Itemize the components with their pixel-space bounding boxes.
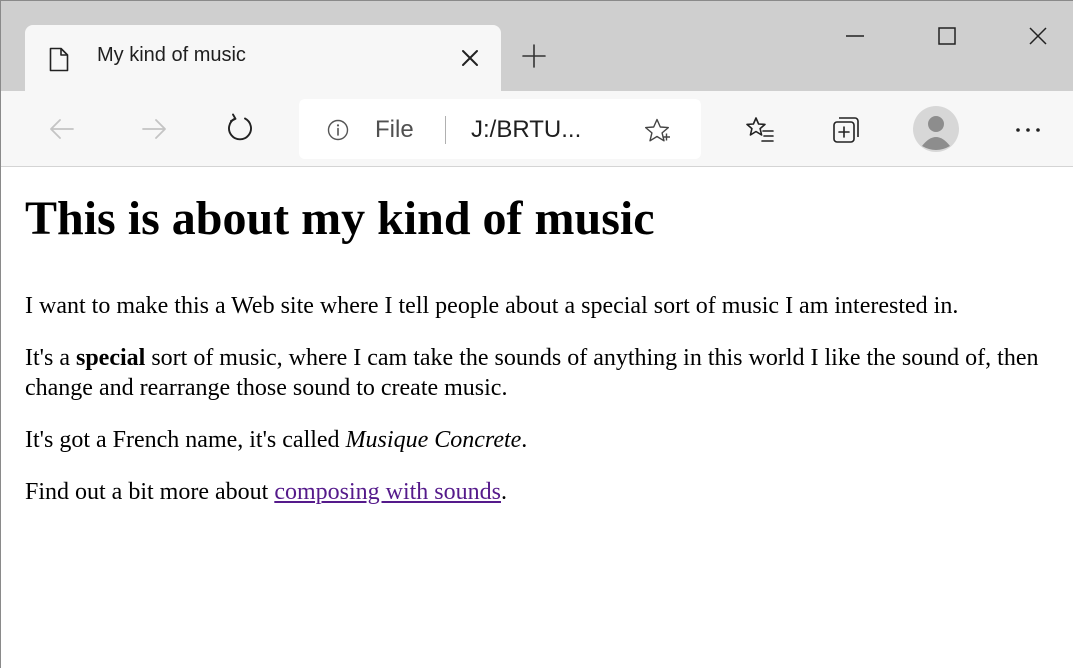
- page-content: This is about my kind of music I want to…: [25, 167, 1070, 667]
- tab-my-kind-of-music[interactable]: My kind of music: [25, 25, 501, 91]
- paragraph-intro: I want to make this a Web site where I t…: [25, 293, 959, 319]
- paragraph-text: sort of music, where I cam take the soun…: [25, 345, 1039, 401]
- maximize-icon[interactable]: [936, 25, 958, 47]
- paragraph-french-name: It's got a French name, it's called Musi…: [25, 425, 1070, 455]
- more-icon[interactable]: [1013, 115, 1043, 145]
- document-icon: [49, 47, 69, 72]
- browser-toolbar: File J:/BRTU...: [1, 91, 1073, 167]
- address-scheme-label: File: [375, 116, 414, 143]
- paragraph-special: It's a special sort of music, where I ca…: [25, 343, 1070, 403]
- paragraph-text: Find out a bit more about: [25, 479, 275, 505]
- arrow-right-icon[interactable]: [139, 114, 169, 144]
- refresh-icon[interactable]: [225, 113, 255, 143]
- paragraph-text: .: [521, 427, 528, 453]
- star-icon[interactable]: [643, 117, 671, 145]
- paragraph-text: It's a: [25, 345, 76, 371]
- address-separator: [445, 116, 446, 144]
- collections-icon[interactable]: [831, 115, 861, 145]
- favorites-icon[interactable]: [745, 115, 775, 145]
- arrow-left-icon[interactable]: [47, 114, 77, 144]
- page-heading: This is about my kind of music: [25, 192, 655, 245]
- tab-title: My kind of music: [97, 44, 246, 66]
- address-bar[interactable]: File J:/BRTU...: [299, 99, 701, 159]
- paragraph-text: It's got a French name, it's called: [25, 427, 346, 453]
- minimize-icon[interactable]: [844, 25, 866, 47]
- address-url[interactable]: J:/BRTU...: [471, 116, 581, 144]
- paragraph-text: .: [501, 479, 507, 505]
- window-close-icon[interactable]: [1027, 25, 1049, 47]
- composing-with-sounds-link[interactable]: composing with sounds: [274, 479, 501, 505]
- bold-text: special: [75, 345, 146, 371]
- paragraph-find-out: Find out a bit more about composing with…: [25, 477, 1070, 507]
- plus-icon[interactable]: [521, 43, 547, 69]
- browser-window: My kind of music File J:/BRTU... This is…: [0, 0, 1073, 668]
- info-icon[interactable]: [327, 119, 349, 141]
- avatar[interactable]: [913, 106, 959, 152]
- italic-text: Musique Concrete: [345, 427, 522, 453]
- title-bar: My kind of music: [1, 1, 1073, 91]
- close-icon[interactable]: [459, 47, 481, 69]
